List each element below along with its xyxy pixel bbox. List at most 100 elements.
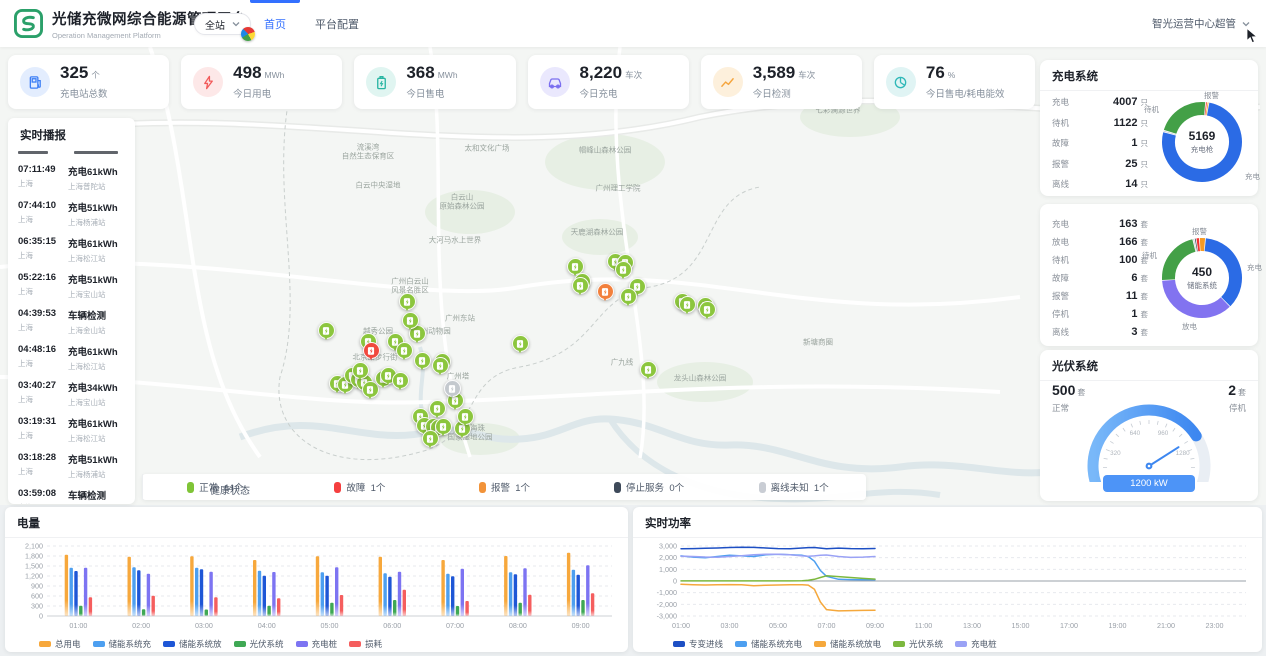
legend-item[interactable]: 总用电 xyxy=(39,638,81,650)
energy-chart-card: 电量 03006009001,2001,5001,8002,10001:0002… xyxy=(5,507,628,652)
svg-text:09:00: 09:00 xyxy=(866,621,884,630)
donut-callout: 充电 xyxy=(1247,262,1262,273)
health-status-bar: 健康状态 正常 44个故障 1个报警 1个停止服务 0个离线未知 1个 xyxy=(142,474,866,500)
donut-callout: 放电 xyxy=(1182,321,1197,332)
kpi-label: 今日售电 xyxy=(406,86,457,100)
legend-item[interactable]: 光伏系统 xyxy=(893,638,943,650)
broadcast-item: 04:48:16上海 充电61kWh上海松江站 xyxy=(18,344,125,372)
station-marker-normal[interactable] xyxy=(399,293,416,310)
donut-callout: 报警 xyxy=(1192,226,1207,237)
charging-system-title: 充电系统 xyxy=(1040,60,1258,91)
svg-text:13:00: 13:00 xyxy=(963,621,981,630)
station-marker-normal[interactable] xyxy=(615,261,632,278)
charger-glyph-icon xyxy=(600,287,610,297)
power-line-chart: -3,000-2,000-1,00001,0002,0003,00001:000… xyxy=(641,540,1254,636)
kpi-label: 今日检测 xyxy=(753,86,816,100)
charging-system-donut: 5169 充电枪 报警 待机 充电 xyxy=(1152,92,1252,192)
charger-glyph-icon xyxy=(399,346,409,356)
tab-home[interactable]: 首页 xyxy=(250,0,300,47)
svg-text:2,100: 2,100 xyxy=(25,542,43,551)
broadcast-title: 实时播报 xyxy=(8,118,135,148)
charger-glyph-icon xyxy=(425,434,435,444)
charger-glyph-icon xyxy=(405,316,415,326)
station-marker-normal[interactable] xyxy=(457,408,474,425)
svg-text:300: 300 xyxy=(31,602,43,611)
kpi-label: 今日用电 xyxy=(233,86,284,100)
svg-text:01:00: 01:00 xyxy=(672,621,690,630)
mouse-cursor xyxy=(1246,28,1259,44)
chevron-down-icon xyxy=(1242,21,1250,27)
station-marker-normal[interactable] xyxy=(512,335,529,352)
storage-system-donut: 450 储能系统 报警 待机 充电 放电 xyxy=(1152,228,1252,328)
legend-item[interactable]: 光伏系统 xyxy=(234,638,284,650)
status-dot xyxy=(334,482,341,493)
station-marker-normal[interactable] xyxy=(352,362,369,379)
broadcast-item: 03:18:28上海 充电51kWh上海杨浦站 xyxy=(18,452,125,480)
station-marker-normal[interactable] xyxy=(402,312,419,329)
station-marker-offline[interactable] xyxy=(444,380,461,397)
svg-text:06:00: 06:00 xyxy=(383,621,401,630)
station-marker-normal[interactable] xyxy=(679,296,696,313)
svg-text:-2,000: -2,000 xyxy=(657,600,677,609)
station-marker-normal[interactable] xyxy=(392,372,409,389)
legend-item[interactable]: 储能系统放电 xyxy=(814,638,881,650)
legend-item[interactable]: 充电桩 xyxy=(296,638,338,650)
svg-text:3,000: 3,000 xyxy=(659,542,677,551)
stat-row: 放电166套 xyxy=(1052,236,1148,254)
station-marker-normal[interactable] xyxy=(318,322,335,339)
station-marker-normal[interactable] xyxy=(396,342,413,359)
station-marker-fault[interactable] xyxy=(363,342,380,359)
charger-glyph-icon xyxy=(395,376,405,386)
svg-text:03:00: 03:00 xyxy=(195,621,213,630)
kpi-card-row: 325个 充电站总数 498MWh 今日用电 368MWh 今日售电 8,220… xyxy=(8,55,1035,109)
health-legend-item[interactable]: 故障 1个 xyxy=(288,480,433,494)
tab-home-label: 首页 xyxy=(264,16,286,32)
legend-item[interactable]: 专变进线 xyxy=(673,638,723,650)
legend-item[interactable]: 充电桩 xyxy=(955,638,997,650)
power-chart-card: 实时功率 -3,000-2,000-1,00001,0002,0003,0000… xyxy=(633,507,1262,652)
broadcast-list: 07:11:49上海 充电61kWh上海普陀站07:44:10上海 充电51kW… xyxy=(8,148,135,504)
health-legend-item[interactable]: 停止服务 0个 xyxy=(577,480,722,494)
status-dot xyxy=(759,482,766,493)
kpi-card-power-used: 498MWh 今日用电 xyxy=(181,55,342,109)
charger-glyph-icon xyxy=(365,385,375,395)
kpi-card-charge-sessions: 8,220车次 今日充电 xyxy=(528,55,689,109)
svg-text:03:00: 03:00 xyxy=(720,621,738,630)
site-selector-value: 全站 xyxy=(205,17,225,32)
stat-row: 故障1只 xyxy=(1052,137,1148,158)
health-legend-item[interactable]: 报警 1个 xyxy=(432,480,577,494)
legend-item[interactable]: 储能系统充 xyxy=(93,638,152,650)
dashboard: 流溪湾 自然生态保育区白云中央湿地太和文化广场帽峰山森林公园广州理工学院白云山 … xyxy=(0,0,1266,656)
broadcast-item: 05:22:16上海 充电51kWh上海宝山站 xyxy=(18,272,125,300)
battery-icon xyxy=(366,67,396,97)
stat-row: 停机1套 xyxy=(1052,308,1148,326)
stat-row: 报警11套 xyxy=(1052,290,1148,308)
station-marker-normal[interactable] xyxy=(414,352,431,369)
charger-glyph-icon xyxy=(366,346,376,356)
broadcast-item: 07:44:10上海 充电51kWh上海杨浦站 xyxy=(18,200,125,228)
power-chart-title: 实时功率 xyxy=(633,507,1262,538)
charger-glyph-icon xyxy=(435,361,445,371)
station-marker-normal[interactable] xyxy=(620,288,637,305)
stat-row: 离线14只 xyxy=(1052,178,1148,199)
station-marker-alarm[interactable] xyxy=(597,283,614,300)
station-marker-normal[interactable] xyxy=(429,400,446,417)
user-menu[interactable]: 智光运营中心超管 xyxy=(1152,0,1250,47)
kpi-card-power-sold: 368MWh 今日售电 xyxy=(354,55,515,109)
charger-glyph-icon xyxy=(402,297,412,307)
legend-item[interactable]: 储能系统充电 xyxy=(735,638,802,650)
station-marker-normal[interactable] xyxy=(699,301,716,318)
station-marker-normal[interactable] xyxy=(572,277,589,294)
svg-text:1,500: 1,500 xyxy=(25,562,43,571)
legend-item[interactable]: 储能系统放 xyxy=(163,638,222,650)
legend-item[interactable]: 损耗 xyxy=(349,638,382,650)
station-marker-normal[interactable] xyxy=(432,357,449,374)
tab-platform-config[interactable]: 平台配置 xyxy=(302,0,372,47)
health-legend-item[interactable]: 离线未知 1个 xyxy=(721,480,866,494)
pv-system-title: 光伏系统 xyxy=(1040,350,1258,381)
station-marker-normal[interactable] xyxy=(640,361,657,378)
charger-glyph-icon xyxy=(460,412,470,422)
station-marker-normal[interactable] xyxy=(422,430,439,447)
charger-glyph-icon xyxy=(643,365,653,375)
svg-text:2,000: 2,000 xyxy=(659,553,677,562)
